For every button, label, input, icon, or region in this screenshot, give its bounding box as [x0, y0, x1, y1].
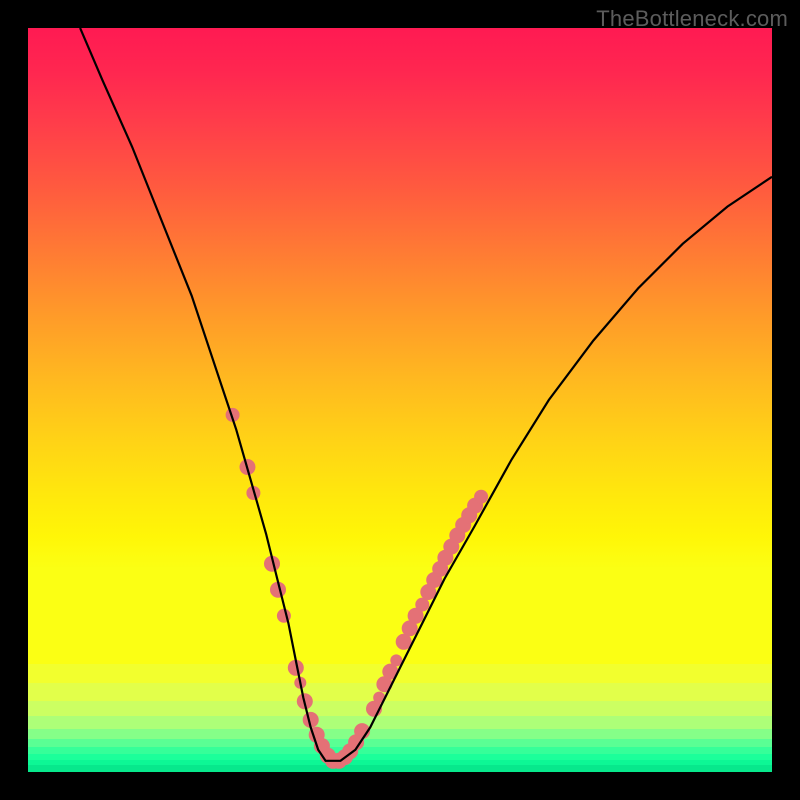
attribution-text: TheBottleneck.com [596, 6, 788, 32]
curve-marker [474, 490, 488, 504]
chart-plot-area [28, 28, 772, 772]
bottleneck-curve-path [80, 28, 772, 761]
chart-svg [28, 28, 772, 772]
marker-group [226, 408, 489, 769]
